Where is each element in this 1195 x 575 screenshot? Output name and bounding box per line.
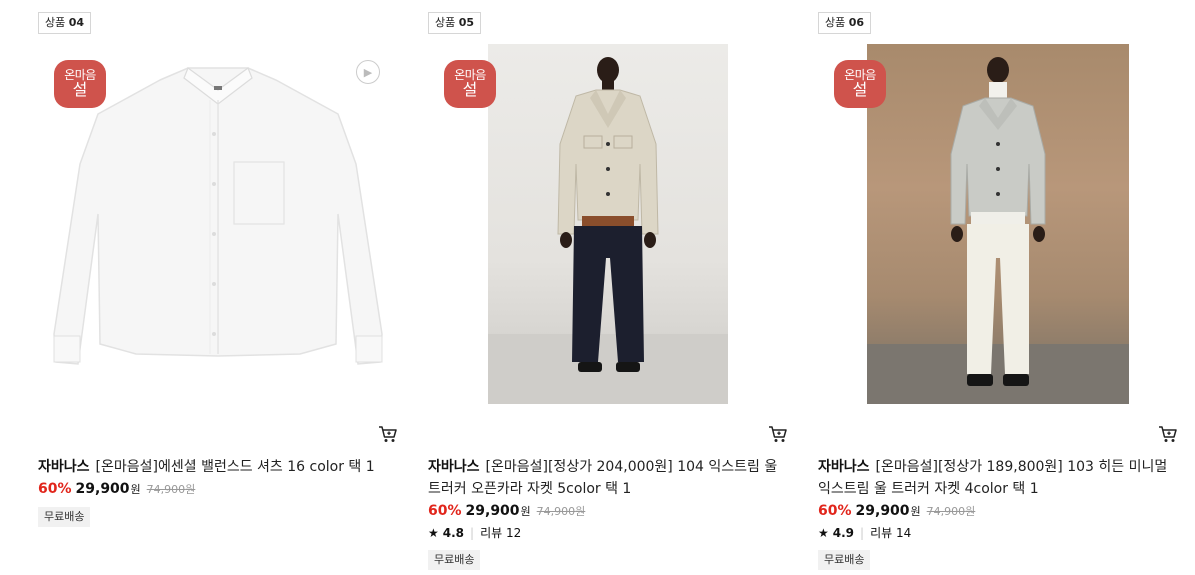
cart-icon[interactable] (1158, 425, 1178, 443)
original-price-value: 74,900 (146, 483, 186, 496)
model-photo (867, 44, 1129, 404)
product-card[interactable]: 상품 05 온마음 설 자바나스 [온마음설][정상가 204,000원] 10… (428, 0, 788, 575)
play-icon[interactable]: ▶ (356, 60, 380, 84)
product-title[interactable]: 자바나스 [온마음설][정상가 204,000원] 104 익스트림 울 트러커 … (428, 456, 788, 500)
price-unit: 원 (520, 505, 531, 518)
product-title[interactable]: 자바나스 [온마음설][정상가 189,800원] 103 히든 미니멀 익스트림… (818, 456, 1178, 500)
price-row: 60% 29,900원 74,900원 (428, 501, 788, 521)
badge-line2: 설 (462, 79, 478, 99)
product-name[interactable]: [온마음설][정상가 189,800원] 103 히든 미니멀 익스트림 울 트… (818, 459, 1167, 497)
free-shipping-badge: 무료배송 (38, 507, 91, 527)
brand-name[interactable]: 자바나스 (818, 459, 870, 475)
product-info[interactable]: 자바나스 [온마음설][정상가 204,000원] 104 익스트림 울 트러커 … (428, 456, 788, 570)
price-row: 60% 29,900원 74,900원 (818, 501, 1178, 521)
divider: | (860, 526, 865, 540)
rank-label: 상품 05 (428, 12, 482, 34)
divider: | (470, 526, 475, 540)
product-title[interactable]: 자바나스 [온마음설]에센셜 밸런스드 셔츠 16 color 택 1 (38, 456, 398, 478)
brand-name[interactable]: 자바나스 (38, 459, 90, 475)
model-photo (488, 44, 728, 404)
product-name[interactable]: [온마음설]에센셜 밸런스드 셔츠 16 color 택 1 (96, 459, 375, 475)
rating-value: 4.8 (442, 526, 465, 540)
discount-rate: 60% (38, 481, 72, 497)
discount-rate: 60% (818, 503, 852, 519)
original-price: 74,900원 (537, 505, 586, 518)
review-row[interactable]: ★ 4.8 | 리뷰 12 (428, 524, 788, 542)
original-price-unit: 원 (185, 483, 196, 496)
promo-badge: 온마음 설 (54, 60, 106, 108)
rank-number: 06 (848, 16, 865, 29)
original-price-value: 74,900 (926, 505, 966, 518)
review-count: 12 (506, 526, 522, 540)
star-icon: ★ (818, 526, 829, 540)
price-unit: 원 (910, 505, 921, 518)
product-card[interactable]: 상품 04 온마음 설 ▶ 자바나스 [온마음설]에센셜 밸런스드 셔츠 16 … (38, 0, 398, 575)
rank-text: 상품 (435, 16, 456, 29)
badge-line2: 설 (852, 79, 868, 99)
cart-icon[interactable] (768, 425, 788, 443)
product-info[interactable]: 자바나스 [온마음설]에센셜 밸런스드 셔츠 16 color 택 1 60% 29… (38, 456, 398, 527)
rank-label: 상품 06 (818, 12, 872, 34)
product-info[interactable]: 자바나스 [온마음설][정상가 189,800원] 103 히든 미니멀 익스트림… (818, 456, 1178, 570)
model-figure (867, 57, 1129, 404)
original-price-value: 74,900 (536, 505, 576, 518)
rank-label: 상품 04 (38, 12, 92, 34)
promo-badge: 온마음 설 (444, 60, 496, 108)
sale-price: 29,900 (465, 503, 520, 519)
original-price-unit: 원 (575, 505, 586, 518)
free-shipping-badge: 무료배송 (428, 550, 481, 570)
product-image[interactable]: 온마음 설 (428, 44, 788, 404)
sale-price: 29,900 (855, 503, 910, 519)
brand-name[interactable]: 자바나스 (428, 459, 480, 475)
original-price-unit: 원 (965, 505, 976, 518)
product-image[interactable]: 온마음 설 ▶ (38, 44, 398, 404)
rating-value: 4.9 (832, 526, 855, 540)
rank-number: 05 (458, 16, 475, 29)
review-row[interactable]: ★ 4.9 | 리뷰 14 (818, 524, 1178, 542)
original-price: 74,900원 (147, 483, 196, 496)
rank-text: 상품 (825, 16, 846, 29)
price-row: 60% 29,900원 74,900원 (38, 479, 398, 499)
review-label: 리뷰 (870, 526, 893, 540)
promo-badge: 온마음 설 (834, 60, 886, 108)
product-card[interactable]: 상품 06 온마음 설 자바나스 [온마음설][정상가 189,800원] 10… (818, 0, 1178, 575)
free-shipping-badge: 무료배송 (818, 550, 871, 570)
sale-price: 29,900 (75, 481, 130, 497)
original-price: 74,900원 (927, 505, 976, 518)
review-count: 14 (896, 526, 912, 540)
rank-number: 04 (68, 16, 85, 29)
discount-rate: 60% (428, 503, 462, 519)
star-icon: ★ (428, 526, 439, 540)
review-label: 리뷰 (480, 526, 503, 540)
model-figure (488, 57, 728, 404)
price-unit: 원 (130, 483, 141, 496)
rank-text: 상품 (45, 16, 66, 29)
product-image[interactable]: 온마음 설 (818, 44, 1178, 404)
badge-line2: 설 (72, 79, 88, 99)
cart-icon[interactable] (378, 425, 398, 443)
product-name[interactable]: [온마음설][정상가 204,000원] 104 익스트림 울 트러커 오픈카라… (428, 459, 777, 497)
